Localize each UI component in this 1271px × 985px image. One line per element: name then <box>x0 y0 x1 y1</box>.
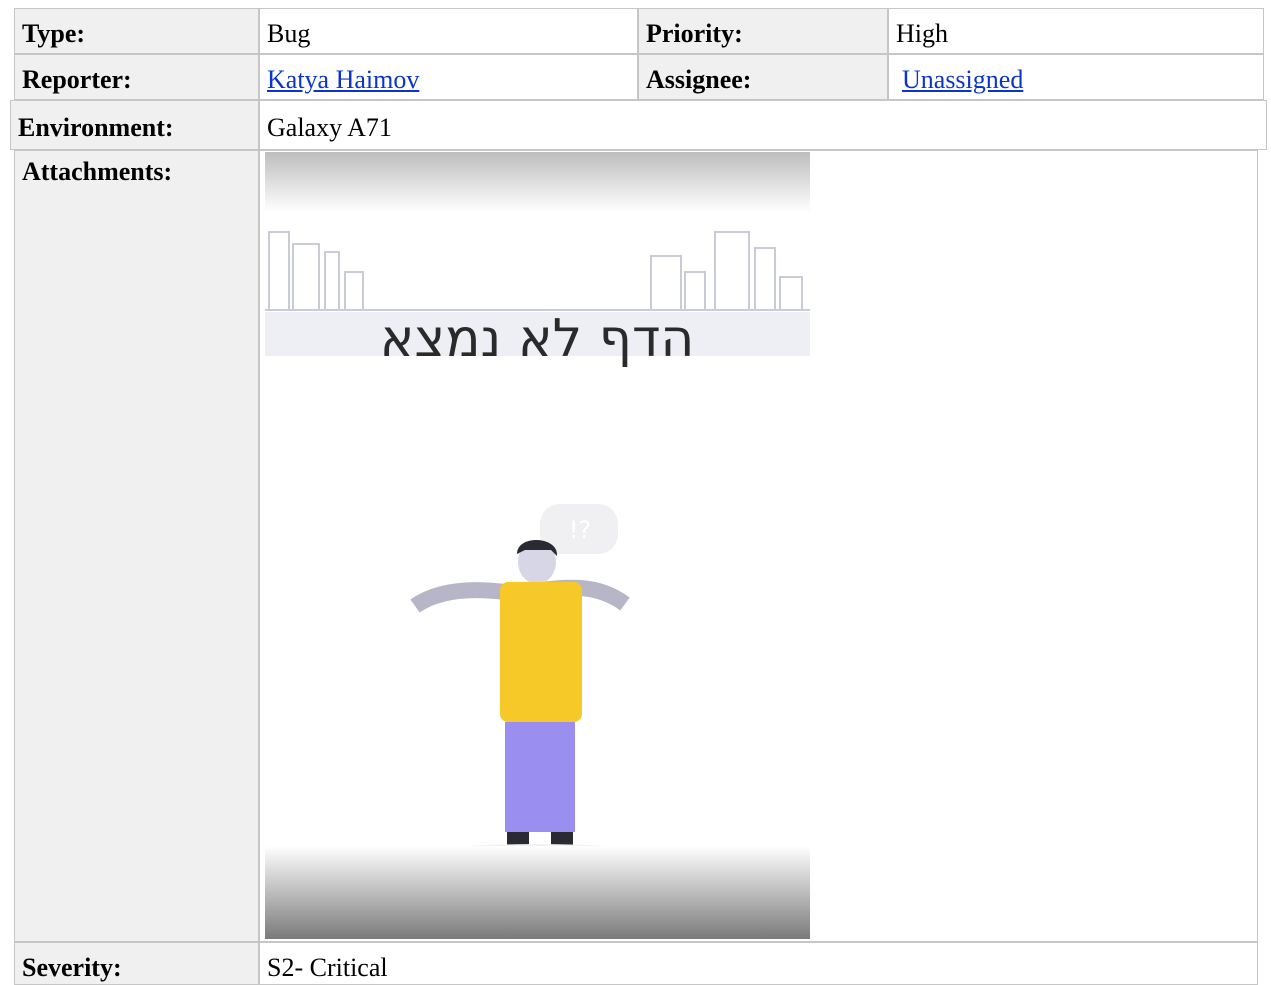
reporter-label: Reporter: <box>14 54 259 100</box>
severity-label: Severity: <box>14 942 259 985</box>
type-value: Bug <box>259 8 638 54</box>
svg-text:!?: !? <box>569 516 591 544</box>
assignee-label: Assignee: <box>638 54 888 100</box>
environment-value: Galaxy A71 <box>259 100 1267 150</box>
assignee-value: Unassigned <box>888 54 1264 100</box>
assignee-link[interactable]: Unassigned <box>902 65 1023 94</box>
reporter-link[interactable]: Katya Haimov <box>267 65 419 94</box>
reporter-value: Katya Haimov <box>259 54 638 100</box>
attachment-image[interactable]: הדף לא נמצא !? <box>265 152 810 939</box>
type-label: Type: <box>14 8 259 54</box>
priority-label: Priority: <box>638 8 888 54</box>
attachment-image-text: הדף לא נמצא <box>380 309 695 369</box>
environment-label: Environment: <box>10 100 259 150</box>
priority-value: High <box>888 8 1264 54</box>
attachments-label: Attachments: <box>14 150 259 942</box>
severity-value: S2- Critical <box>259 942 1258 985</box>
